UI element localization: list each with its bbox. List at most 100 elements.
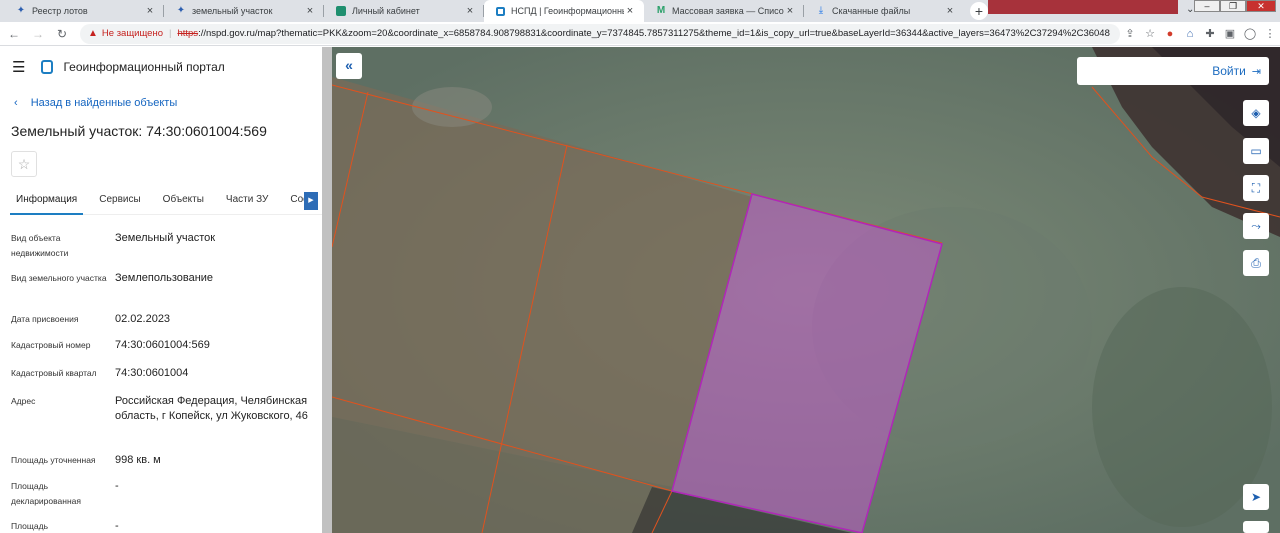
property-row: Вид объекта недвижимости Земельный участ… [11,231,311,261]
browser-menu-icon[interactable]: ⋮ [1261,25,1279,43]
close-tab-icon[interactable]: × [144,5,156,17]
browser-tab[interactable]: ✦ Реестр лотов × [4,0,164,22]
share-button[interactable]: ⤳ [1243,213,1269,239]
cabinet-icon [336,6,346,16]
profile-avatar-icon[interactable]: ◯ [1241,25,1259,43]
property-row: Площадь декларированная - [11,479,311,509]
tab-label: Реестр лотов [32,6,88,16]
login-arrow-icon: ⇥ [1251,65,1261,78]
yandex-extension-icon[interactable]: ● [1161,25,1179,43]
crest-icon: ✦ [176,5,186,16]
property-value: 74:30:0601004:569 [115,339,210,351]
window-titlebar-accent [988,0,1178,14]
url-field[interactable]: ▲ Не защищено | https ://nspd.gov.ru/map… [80,23,1120,44]
insecure-label: Не защищено [101,28,163,39]
object-tabs: Информация Сервисы Объекты Части ЗУ Сост… [10,191,322,215]
tab-information[interactable]: Информация [10,191,84,215]
new-tab-button[interactable]: + [968,0,990,22]
crest-icon: ✦ [16,5,26,16]
property-value: - [115,480,119,492]
forward-arrow-icon[interactable]: → [28,27,48,41]
url-text: ://nspd.gov.ru/map?thematic=PKK&zoom=20&… [198,28,1110,39]
maximize-button[interactable]: ❐ [1220,0,1246,12]
bookmark-star-icon[interactable]: ☆ [1141,25,1159,43]
tab-label: Массовая заявка — Список зая [672,6,784,16]
tab-parts[interactable]: Части ЗУ [220,191,274,215]
property-value: 02.02.2023 [115,313,171,325]
login-button[interactable]: Войти ⇥ [1077,57,1269,85]
satellite-map [332,47,1280,533]
area-select-button[interactable]: ⛶ [1243,175,1269,201]
chevron-left-icon: ‹ [14,97,18,109]
tab-label: земельный участок [192,6,273,16]
download-icon: ⤓ [818,5,824,16]
property-key: Площадь уточненная [11,455,96,465]
object-title: Земельный участок: 74:30:0601004:569 [11,123,267,139]
favorite-star-button[interactable]: ☆ [11,151,37,177]
property-value: 998 кв. м [115,454,161,466]
layers-button[interactable]: ◈ [1243,100,1269,126]
plus-icon: + [970,2,988,20]
collapse-panel-button[interactable]: « [336,53,362,79]
close-tab-icon[interactable]: × [464,5,476,17]
property-value: Земельный участок [115,232,216,244]
mail-icon: M [656,5,666,16]
close-tab-icon[interactable]: × [944,5,956,17]
login-label: Войти [1212,64,1246,78]
map-view[interactable]: « Войти ⇥ ◈ ▭ ⛶ ⤳ ⎙ ➤ ▬ [332,47,1280,533]
property-key: Площадь декларированная [11,481,81,506]
property-row: Вид земельного участка Землепользование [11,271,311,286]
print-button[interactable]: ⎙ [1243,250,1269,276]
hamburger-menu-icon[interactable]: ☰ [12,58,25,76]
property-key: Адрес [11,396,36,406]
close-window-button[interactable]: ✕ [1246,0,1276,12]
portal-logo-icon [41,60,54,74]
side-panel-icon[interactable]: ▣ [1221,25,1239,43]
portal-header: ☰ Геоинформационный портал [12,58,225,76]
property-row: Кадастровый квартал 74:30:0601004 [11,366,311,381]
warning-icon: ▲ [88,28,98,39]
property-row: Площадь - [11,519,311,533]
home-extension-icon[interactable]: ⌂ [1181,25,1199,43]
browser-tab[interactable]: M Массовая заявка — Список зая × [644,0,804,22]
property-value: - [115,520,119,532]
reload-icon[interactable]: ↻ [52,27,72,41]
close-tab-icon[interactable]: × [784,5,796,17]
ruler-button[interactable]: ▭ [1243,138,1269,164]
map-control-button[interactable]: ▬ [1243,521,1269,533]
extensions-puzzle-icon[interactable]: ✚ [1201,25,1219,43]
tabs-scroll-right-button[interactable]: ▶ [304,192,318,210]
browser-tab[interactable]: ⤓ Скачанные файлы × [804,0,964,22]
close-tab-icon[interactable]: × [624,5,636,17]
close-tab-icon[interactable]: × [304,5,316,17]
nspd-icon [496,6,505,16]
share-icon[interactable]: ⇪ [1121,25,1139,43]
url-scheme: https [177,28,199,39]
tab-objects[interactable]: Объекты [157,191,210,215]
property-row: Кадастровый номер 74:30:0601004:569 [11,338,311,353]
tab-label: Личный кабинет [352,6,420,16]
browser-tab[interactable]: ✦ земельный участок × [164,0,324,22]
back-link-label: Назад в найденные объекты [30,97,178,109]
address-toolbar: ← → ↻ ▲ Не защищено | https ://nspd.gov.… [0,22,1280,46]
browser-tab-active[interactable]: НСПД | Геоинформационный п × [484,0,644,22]
tab-services[interactable]: Сервисы [93,191,146,215]
back-arrow-icon[interactable]: ← [4,27,24,41]
browser-tab[interactable]: Личный кабинет × [324,0,484,22]
window-controls: – ❐ ✕ [1194,0,1276,12]
property-value: 74:30:0601004 [115,367,189,379]
tab-label: НСПД | Геоинформационный п [511,6,624,16]
property-value: Российская Федерация, Челябинская област… [115,395,308,422]
property-key: Вид земельного участка [11,273,107,283]
property-key: Дата присвоения [11,314,79,324]
property-row: Адрес Российская Федерация, Челябинская … [11,394,311,424]
minimize-button[interactable]: – [1194,0,1220,12]
locate-me-button[interactable]: ➤ [1243,484,1269,510]
portal-title: Геоинформационный портал [63,60,225,74]
property-key: Кадастровый квартал [11,368,97,378]
property-key: Вид объекта недвижимости [11,233,69,258]
property-value: Землепользование [115,272,214,284]
panel-scrollbar[interactable] [322,47,332,533]
back-to-results-link[interactable]: ‹ Назад в найденные объекты [14,97,177,109]
property-key: Площадь [11,521,49,531]
